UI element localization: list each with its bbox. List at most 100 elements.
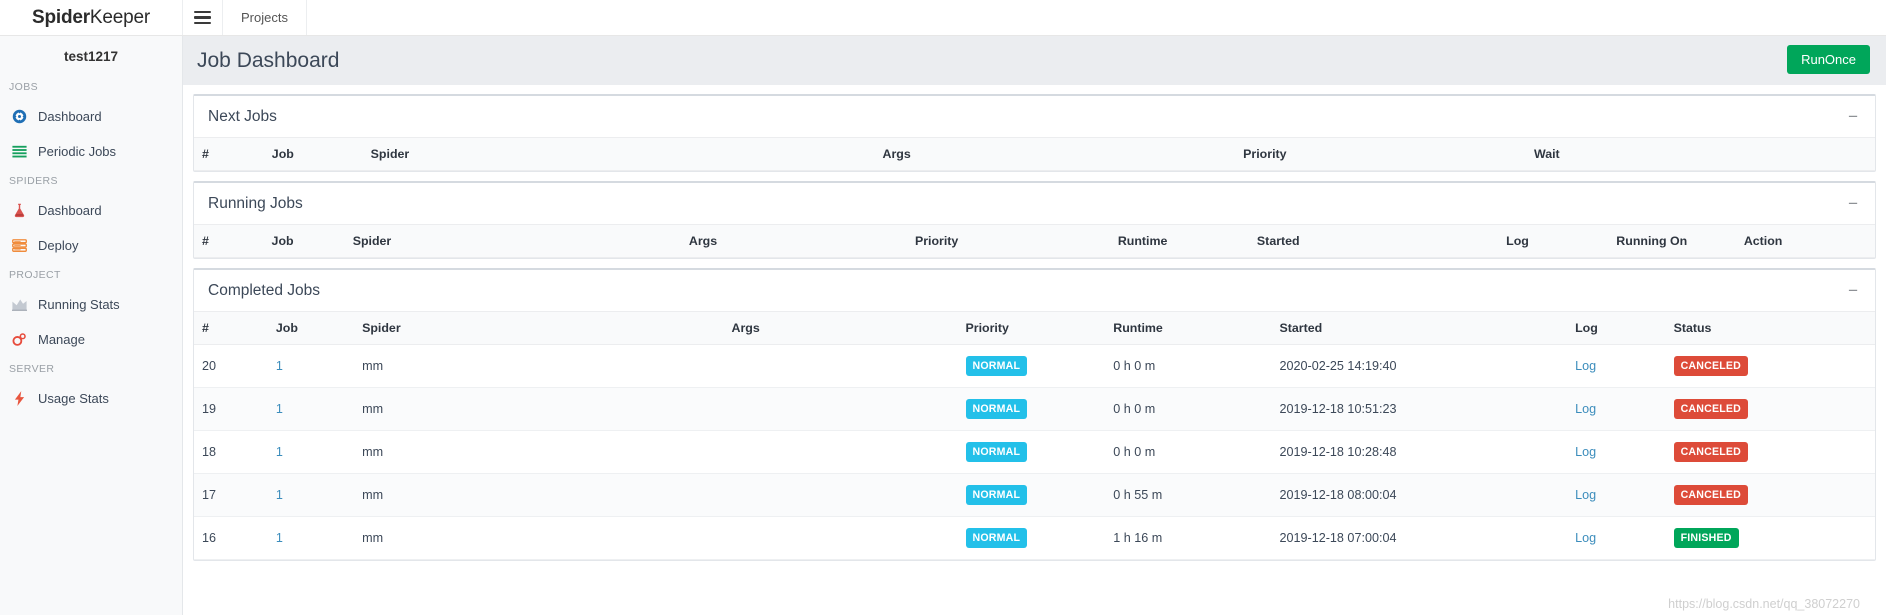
row-started: 2019-12-18 08:00:04: [1271, 473, 1568, 517]
server-stack-icon: [12, 239, 27, 252]
row-args: [723, 516, 958, 560]
column-header: Priority: [957, 311, 1106, 345]
watermark-text: https://blog.csdn.net/qq_38072270: [1668, 597, 1860, 611]
run-once-button[interactable]: RunOnce: [1787, 45, 1870, 74]
area-chart-icon: [11, 299, 28, 311]
sidebar-item-label: Usage Stats: [38, 391, 109, 406]
app-brand[interactable]: Spider Keeper: [0, 0, 183, 35]
sidebar-item-usage-stats[interactable]: Usage Stats: [0, 381, 182, 416]
table-row: 20 1 mm NORMAL 0 h 0 m 2020-02-25 14:19:40 Log…: [194, 344, 1875, 388]
row-job-link[interactable]: 1: [276, 445, 283, 459]
main-content: Job Dashboard RunOnce Next Jobs − # Job Sp…: [183, 36, 1886, 615]
table-row: 19 1 mm NORMAL 0 h 0 m 2019-12-18 10:51:23 Log…: [194, 387, 1875, 431]
lightning-bolt-icon: [14, 391, 25, 406]
row-runtime: 0 h 55 m: [1105, 473, 1272, 517]
running-jobs-table: # Job Spider Args Priority Runtime Started Log R…: [194, 224, 1875, 258]
list-lines-icon: [12, 145, 27, 158]
row-runtime: 0 h 0 m: [1105, 430, 1272, 474]
panel-running-jobs: Running Jobs − # Job Spider Args Priority Run…: [193, 181, 1876, 259]
sidebar-item-label: Manage: [38, 332, 85, 347]
column-header: Wait: [1525, 137, 1875, 171]
column-header: Args: [723, 311, 958, 345]
next-jobs-header-row: # Job Spider Args Priority Wait: [194, 137, 1875, 171]
column-header: Spider: [354, 311, 724, 345]
row-log[interactable]: Log: [1567, 430, 1666, 474]
sidebar-item-manage[interactable]: Manage: [0, 322, 182, 357]
column-header: Status: [1665, 311, 1875, 345]
row-log-link[interactable]: Log: [1575, 445, 1596, 459]
column-header: Spider: [344, 224, 681, 258]
panel-next-jobs: Next Jobs − # Job Spider Args Priority Wait: [193, 94, 1876, 172]
row-spider: mm: [354, 387, 724, 431]
status-badge: NORMAL: [965, 356, 1028, 376]
column-header: #: [194, 224, 264, 258]
next-jobs-table: # Job Spider Args Priority Wait: [194, 137, 1875, 171]
completed-jobs-body: 20 1 mm NORMAL 0 h 0 m 2020-02-25 14:19:40 Log…: [194, 344, 1875, 560]
table-row: 17 1 mm NORMAL 0 h 55 m 2019-12-18 08:00:04 Lo…: [194, 473, 1875, 517]
running-jobs-header-row: # Job Spider Args Priority Runtime Started Log R…: [194, 224, 1875, 258]
status-badge: CANCELED: [1673, 442, 1749, 462]
status-badge: CANCELED: [1673, 485, 1749, 505]
row-id: 17: [194, 473, 268, 517]
row-priority: NORMAL: [957, 516, 1106, 560]
sidebar-toggle-button[interactable]: [183, 0, 223, 35]
row-log-link[interactable]: Log: [1575, 488, 1596, 502]
row-job[interactable]: 1: [267, 516, 355, 560]
top-navbar: Spider Keeper Projects: [0, 0, 1886, 36]
row-id: 16: [194, 516, 268, 560]
row-job-link[interactable]: 1: [276, 488, 283, 502]
row-priority: NORMAL: [957, 344, 1106, 388]
sidebar-item-deploy[interactable]: Deploy: [0, 228, 182, 263]
sidebar-item-running-stats[interactable]: Running Stats: [0, 287, 182, 322]
row-runtime: 0 h 0 m: [1105, 344, 1272, 388]
row-log-link[interactable]: Log: [1575, 531, 1596, 545]
sidebar-item-jobs-dashboard[interactable]: Dashboard: [0, 99, 182, 134]
sidebar-item-periodic-jobs[interactable]: Periodic Jobs: [0, 134, 182, 169]
row-job-link[interactable]: 1: [276, 359, 283, 373]
collapse-next-jobs-button[interactable]: −: [1845, 108, 1861, 125]
sidebar-item-spiders-dashboard[interactable]: Dashboard: [0, 193, 182, 228]
row-job-link[interactable]: 1: [276, 531, 283, 545]
row-log-link[interactable]: Log: [1575, 402, 1596, 416]
column-header: Started: [1248, 224, 1499, 258]
row-job[interactable]: 1: [267, 344, 355, 388]
collapse-running-jobs-button[interactable]: −: [1845, 195, 1861, 212]
row-job-link[interactable]: 1: [276, 402, 283, 416]
row-log-link[interactable]: Log: [1575, 359, 1596, 373]
panel-completed-jobs-title: Completed Jobs: [208, 282, 321, 299]
sidebar-section-project-title: PROJECT: [9, 269, 61, 281]
column-header: #: [194, 311, 268, 345]
column-header: Started: [1271, 311, 1568, 345]
flask-icon: [14, 203, 25, 218]
row-args: [723, 473, 958, 517]
row-started: 2019-12-18 10:28:48: [1271, 430, 1568, 474]
column-header: Job: [263, 224, 345, 258]
column-header: Action: [1735, 224, 1875, 258]
panel-completed-jobs-header: Completed Jobs −: [194, 270, 1875, 311]
status-badge: NORMAL: [965, 399, 1028, 419]
sidebar-item-label: Periodic Jobs: [38, 144, 117, 159]
sidebar-section-spiders-title: SPIDERS: [9, 175, 58, 187]
status-badge: NORMAL: [965, 485, 1028, 505]
row-job[interactable]: 1: [267, 430, 355, 474]
row-log[interactable]: Log: [1567, 516, 1666, 560]
row-status: CANCELED: [1665, 430, 1875, 474]
panels-container: Next Jobs − # Job Spider Args Priority Wait R…: [183, 85, 1886, 561]
nav-link-projects[interactable]: Projects: [223, 0, 307, 35]
collapse-completed-jobs-button[interactable]: −: [1845, 282, 1861, 299]
panel-running-jobs-title: Running Jobs: [208, 195, 303, 212]
row-job[interactable]: 1: [267, 473, 355, 517]
panel-next-jobs-header: Next Jobs −: [194, 96, 1875, 137]
row-log[interactable]: Log: [1567, 387, 1666, 431]
row-priority: NORMAL: [957, 430, 1106, 474]
row-log[interactable]: Log: [1567, 473, 1666, 517]
row-spider: mm: [354, 344, 724, 388]
row-log[interactable]: Log: [1567, 344, 1666, 388]
status-badge: NORMAL: [965, 528, 1028, 548]
row-runtime: 0 h 0 m: [1105, 387, 1272, 431]
row-spider: mm: [354, 516, 724, 560]
sidebar-item-label: Dashboard: [38, 109, 102, 124]
row-job[interactable]: 1: [267, 387, 355, 431]
panel-running-jobs-header: Running Jobs −: [194, 183, 1875, 224]
sidebar: test1217 JOBS Dashboard Periodic Jobs SP…: [0, 36, 183, 615]
